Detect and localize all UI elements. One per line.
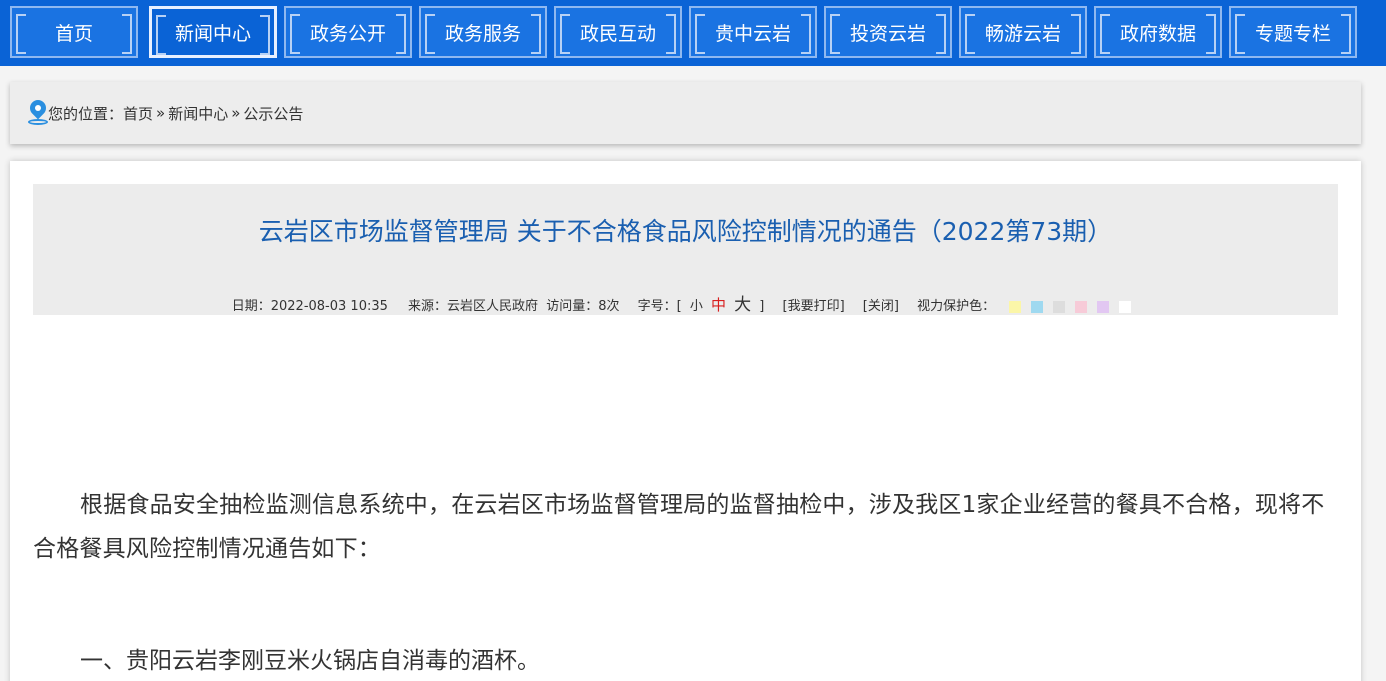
breadcrumb-news-link[interactable]: 新闻中心 — [168, 103, 228, 124]
eye-color-swatch[interactable] — [1053, 300, 1066, 313]
publish-date: 日期：2022-08-03 10:35 — [231, 299, 388, 314]
print-button[interactable]: [我要打印] — [783, 299, 845, 314]
nav-item-label: 首页 — [54, 22, 93, 45]
eye-color-swatch[interactable] — [1097, 300, 1110, 313]
nav-item-gov-service[interactable]: 政务服务 — [419, 6, 547, 58]
breadcrumb-separator: » — [231, 104, 241, 122]
breadcrumb-prefix: 您的位置： — [48, 104, 124, 123]
breadcrumb-separator: » — [156, 104, 166, 122]
breadcrumb: 您的位置： 首页 » 新闻中心 » 公示公告 — [10, 82, 1361, 144]
nav-item-label: 畅游云岩 — [984, 22, 1061, 45]
nav-item-invest[interactable]: 投资云岩 — [824, 6, 952, 58]
nav-item-interaction[interactable]: 政民互动 — [554, 6, 682, 58]
nav-item-label: 投资云岩 — [849, 22, 926, 45]
article-paragraph: 一、贵阳云岩李刚豆米火锅店自消毒的酒杯。 — [80, 648, 540, 674]
nav-item-label: 政务公开 — [309, 22, 386, 45]
eye-color-swatch[interactable] — [1009, 300, 1022, 313]
nav-item-gov-open[interactable]: 政务公开 — [284, 6, 412, 58]
nav-item-home[interactable]: 首页 — [10, 6, 138, 58]
font-medium-button[interactable]: 中 — [711, 296, 726, 314]
nav-item-label: 政府数据 — [1119, 22, 1196, 45]
font-small-button[interactable]: 小 — [690, 299, 703, 314]
article-paragraph: 根据食品安全抽检监测信息系统中，在云岩区市场监督管理局的监督抽检中，涉及我区1家… — [33, 492, 1325, 562]
nav-item-label: 贵中云岩 — [714, 22, 791, 45]
eye-color-swatch[interactable] — [1075, 300, 1088, 313]
article-panel: 云岩区市场监督管理局 关于不合格食品风险控制情况的通告（2022第73期） 日期… — [10, 161, 1361, 681]
nav-item-travel[interactable]: 畅游云岩 — [959, 6, 1087, 58]
location-pin-icon — [26, 96, 50, 126]
main-nav: 首页 新闻中心 政务公开 政务服务 政民互动 贵中云岩 投资云岩 畅游云岩 政府… — [0, 0, 1386, 66]
eye-color-swatch[interactable] — [1119, 300, 1132, 313]
nav-item-topics[interactable]: 专题专栏 — [1229, 6, 1357, 58]
font-size-label: 字号：[ — [637, 299, 682, 314]
breadcrumb-home-link[interactable]: 首页 — [123, 103, 153, 124]
nav-item-label: 政务服务 — [444, 22, 521, 45]
breadcrumb-notice-link[interactable]: 公示公告 — [243, 103, 303, 124]
nav-item-label: 专题专栏 — [1254, 22, 1331, 45]
eye-color-swatch[interactable] — [1031, 300, 1044, 313]
nav-item-guizhong[interactable]: 贵中云岩 — [689, 6, 817, 58]
article-title: 云岩区市场监督管理局 关于不合格食品风险控制情况的通告（2022第73期） — [258, 217, 1113, 246]
font-large-button[interactable]: 大 — [734, 295, 751, 315]
nav-item-label: 政民互动 — [579, 22, 656, 45]
close-button[interactable]: [关闭] — [863, 299, 899, 314]
font-size-close-bracket: ] — [759, 299, 765, 314]
eye-protection-label: 视力保护色： — [917, 299, 996, 314]
article-meta: 日期：2022-08-03 10:35 来源：云岩区人民政府 访问量：8次 字号… — [33, 290, 1338, 315]
article-header: 云岩区市场监督管理局 关于不合格食品风险控制情况的通告（2022第73期） 日期… — [33, 184, 1338, 315]
nav-item-label: 新闻中心 — [174, 22, 251, 45]
nav-item-news[interactable]: 新闻中心 — [149, 6, 277, 58]
nav-item-data[interactable]: 政府数据 — [1094, 6, 1222, 58]
view-count: 访问量：8次 — [546, 299, 620, 314]
article-source: 来源：云岩区人民政府 — [408, 299, 539, 314]
eye-protection-swatches — [1003, 300, 1135, 313]
